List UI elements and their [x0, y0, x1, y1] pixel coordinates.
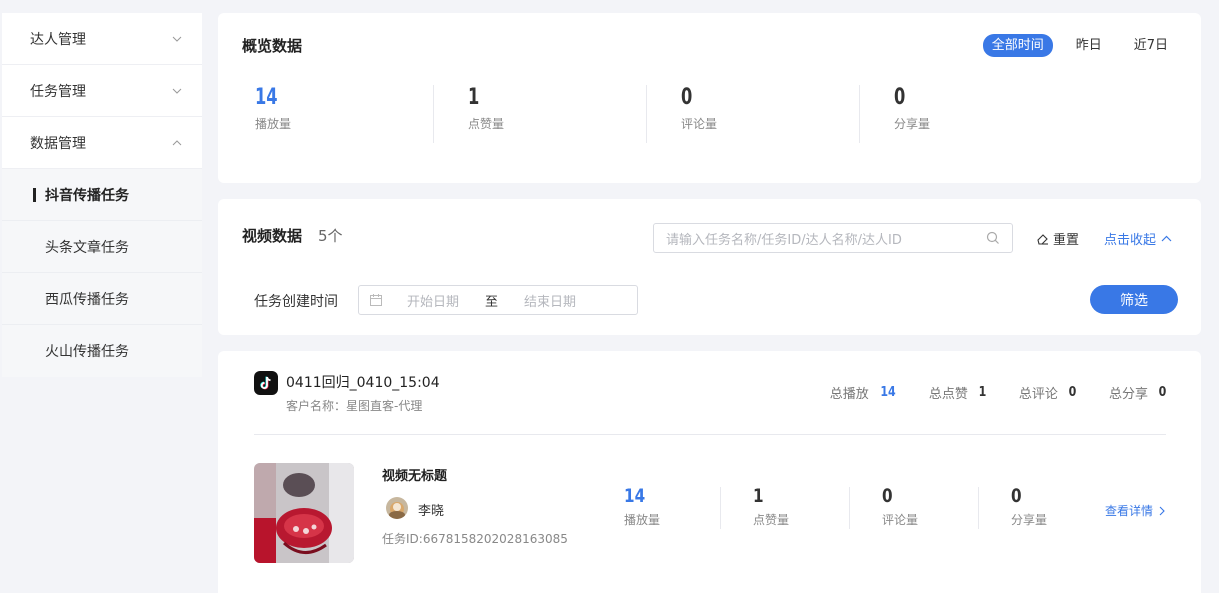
tab-all-time[interactable]: 全部时间 [982, 34, 1053, 57]
divider [254, 434, 1166, 435]
task-card: 0411回归_0410_15:04 客户名称：星图直客-代理 总播放 14 总点… [218, 351, 1201, 593]
stat-label: 点赞量 [468, 117, 505, 131]
time-tabs: 全部时间 昨日 近7日 [969, 34, 1177, 57]
reset-button[interactable]: 重置 [1036, 229, 1079, 248]
reset-label: 重置 [1053, 233, 1080, 248]
sidebar-item-talent[interactable]: 达人管理 [2, 13, 202, 65]
view-details-label: 查看详情 [1105, 504, 1154, 518]
collapse-label: 点击收起 [1104, 233, 1157, 248]
total-label: 总分享 [1108, 387, 1148, 402]
eraser-icon [1037, 233, 1048, 245]
stat-value: 14 [624, 485, 646, 507]
stat-label: 播放量 [624, 513, 661, 527]
stat-label: 评论量 [681, 117, 718, 131]
date-range-picker[interactable]: 开始日期 至 结束日期 [358, 285, 638, 315]
avatar [386, 497, 408, 519]
search-placeholder: 请输入任务名称/任务ID/达人名称/达人ID [666, 232, 902, 248]
start-date-input[interactable]: 开始日期 [407, 291, 459, 310]
stat-label: 评论量 [882, 513, 919, 527]
calendar-icon [370, 294, 382, 306]
overview-title: 概览数据 [242, 37, 303, 55]
view-details-link[interactable]: 查看详情 [1105, 502, 1165, 519]
total-value: 0 [1158, 385, 1167, 400]
sidebar-item-label: 达人管理 [30, 31, 86, 48]
douyin-logo-icon [254, 371, 278, 395]
sidebar-item-label: 任务管理 [30, 83, 86, 100]
stat-value: 1 [468, 85, 480, 110]
chevron-up-icon [172, 138, 182, 148]
sidebar-item-data[interactable]: 数据管理 [2, 117, 202, 169]
stat-shares: 0 分享量 [857, 83, 1070, 145]
date-separator: 至 [485, 294, 499, 310]
video-data-title: 视频数据 [242, 227, 303, 245]
sidebar-item-toutiao[interactable]: 头条文章任务 [2, 221, 202, 273]
total-likes: 总点赞 1 [929, 383, 987, 402]
chevron-right-icon [1159, 506, 1165, 515]
stat-value: 14 [255, 85, 278, 110]
filter-label: 任务创建时间 [254, 294, 338, 310]
total-label: 总评论 [1018, 387, 1058, 402]
sidebar-item-douyin[interactable]: 抖音传播任务 [2, 169, 202, 221]
total-shares: 总分享 0 [1109, 383, 1167, 402]
tab-yesterday[interactable]: 昨日 [1067, 34, 1111, 57]
stat-label: 播放量 [255, 117, 292, 131]
sidebar: 达人管理 任务管理 数据管理 抖音传播任务 头条文章任务 西瓜传播任务 火山传播… [2, 13, 202, 377]
collapse-button[interactable]: 点击收起 [1104, 229, 1172, 248]
total-label: 总点赞 [928, 387, 968, 402]
stat-label: 点赞量 [753, 513, 790, 527]
author-name[interactable]: 李晓 [418, 500, 444, 519]
sidebar-item-huoshan[interactable]: 火山传播任务 [2, 325, 202, 377]
client-name: 客户名称：星图直客-代理 [286, 399, 423, 413]
video-thumbnail[interactable] [254, 463, 354, 563]
sidebar-item-xigua[interactable]: 西瓜传播任务 [2, 273, 202, 325]
stat-value: 1 [753, 485, 764, 507]
total-comments: 总评论 0 [1019, 383, 1077, 402]
search-input[interactable]: 请输入任务名称/任务ID/达人名称/达人ID [653, 223, 1013, 253]
chevron-down-icon [172, 86, 182, 96]
video-stat-comments: 0 评论量 [848, 485, 977, 529]
sidebar-submenu: 抖音传播任务 头条文章任务 西瓜传播任务 火山传播任务 [2, 169, 202, 377]
video-stat-plays: 14 播放量 [590, 485, 719, 529]
filter-button[interactable]: 筛选 [1090, 285, 1178, 314]
stat-likes: 1 点赞量 [431, 83, 644, 145]
stat-value: 0 [894, 85, 906, 110]
stat-label: 分享量 [894, 117, 931, 131]
total-plays: 总播放 14 [830, 383, 897, 402]
end-date-input[interactable]: 结束日期 [524, 291, 576, 310]
task-name[interactable]: 0411回归_0410_15:04 [286, 372, 440, 392]
tab-last-7-days[interactable]: 近7日 [1125, 34, 1177, 57]
video-data-card: 视频数据 5个 请输入任务名称/任务ID/达人名称/达人ID 重置 点击收起 任… [218, 199, 1201, 335]
search-icon[interactable] [986, 231, 1000, 245]
sidebar-item-label: 数据管理 [30, 135, 86, 152]
stat-value: 0 [1011, 485, 1022, 507]
overview-card: 概览数据 全部时间 昨日 近7日 14 播放量 1 点赞量 0 评论量 0 分享… [218, 13, 1201, 183]
total-value: 0 [1068, 385, 1077, 400]
stat-value: 0 [681, 85, 693, 110]
video-count: 5个 [318, 227, 343, 245]
overview-stats: 14 播放量 1 点赞量 0 评论量 0 分享量 [218, 83, 1201, 145]
total-value: 1 [978, 385, 987, 400]
video-title: 视频无标题 [382, 469, 448, 484]
total-value: 14 [880, 385, 896, 400]
stat-comments: 0 评论量 [644, 83, 857, 145]
total-label: 总播放 [829, 387, 869, 402]
sidebar-item-tasks[interactable]: 任务管理 [2, 65, 202, 117]
task-totals: 总播放 14 总点赞 1 总评论 0 总分享 0 [798, 383, 1167, 402]
video-stats: 14 播放量 1 点赞量 0 评论量 0 分享量 [590, 485, 1106, 529]
video-stat-shares: 0 分享量 [977, 485, 1106, 529]
stat-plays: 14 播放量 [218, 83, 431, 145]
stat-label: 分享量 [1011, 513, 1048, 527]
chevron-down-icon [172, 34, 182, 44]
chevron-up-icon [1161, 235, 1172, 242]
video-stat-likes: 1 点赞量 [719, 485, 848, 529]
stat-value: 0 [882, 485, 893, 507]
task-id: 任务ID:6678158202028163085 [382, 532, 568, 546]
